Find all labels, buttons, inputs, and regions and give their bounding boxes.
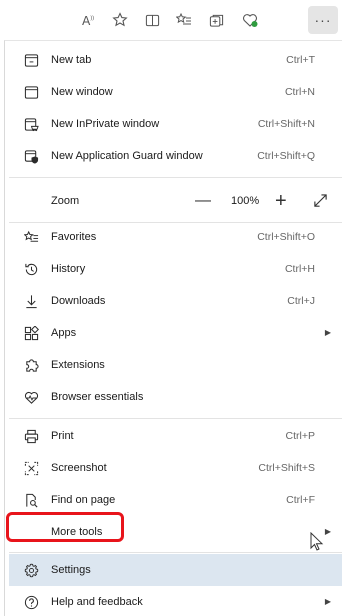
collections-icon[interactable] [202,6,230,34]
shortcut-text: Ctrl+J [287,295,315,307]
menu-item-zoom: Zoom — 100% + [9,185,342,217]
new-window-icon [23,84,39,100]
gear-icon [23,562,39,578]
menu-item-browser-essentials[interactable]: Browser essentials [9,381,342,413]
apps-icon [23,325,39,341]
menu-item-new-inprivate-window[interactable]: New InPrivate window Ctrl+Shift+N [9,108,342,140]
menu-divider [9,177,342,178]
menu-item-new-window[interactable]: New window Ctrl+N [9,76,342,108]
menu-item-label: Extensions [51,359,105,371]
heart-pulse-icon [23,389,39,405]
menu-item-label: Favorites [51,231,97,243]
shortcut-text: Ctrl+Shift+Q [257,150,315,162]
shortcut-text: Ctrl+T [286,54,315,66]
menu-item-print[interactable]: Print Ctrl+P [9,420,342,452]
settings-highlight-box [6,512,124,542]
menu-item-label: Downloads [51,295,106,307]
shortcut-text: Ctrl+P [285,430,315,442]
menu-item-label: Print [51,430,74,442]
menu-item-label: New window [51,86,113,98]
new-tab-icon [23,52,39,68]
menu-item-label: History [51,263,86,275]
shortcut-text: Ctrl+Shift+S [258,462,315,474]
printer-icon [23,428,39,444]
shortcut-text: Ctrl+F [286,494,315,506]
submenu-arrow-icon: ▶ [324,328,331,337]
zoom-out-button[interactable]: — [195,185,211,217]
submenu-arrow-icon: ▶ [324,527,331,536]
menu-item-history[interactable]: History Ctrl+H [9,253,342,285]
favorite-star-icon[interactable] [106,6,134,34]
menu-item-label: Screenshot [51,462,107,474]
menu-item-favorites[interactable]: Favorites Ctrl+Shift+O [9,221,342,253]
screenshot-icon [23,460,39,476]
menu-item-new-application-guard-window[interactable]: New Application Guard window Ctrl+Shift+… [9,140,342,172]
read-aloud-icon[interactable]: A)) [74,6,102,34]
menu-item-screenshot[interactable]: Screenshot Ctrl+Shift+S [9,452,342,484]
zoom-label: Zoom [51,195,80,207]
full-screen-icon[interactable] [313,193,328,209]
menu-item-label: Browser essentials [51,391,144,403]
shortcut-text: Ctrl+Shift+N [257,118,315,130]
menu-item-label: New tab [51,54,92,66]
extensions-icon [23,357,39,373]
shortcut-text: Ctrl+Shift+O [257,231,315,243]
help-icon [23,594,39,610]
browser-toolbar: A)) ··· [0,0,342,40]
menu-item-new-tab[interactable]: New tab Ctrl+T [9,44,342,76]
svg-text:)): )) [90,15,94,21]
favorites-icon [23,229,39,245]
menu-item-downloads[interactable]: Downloads Ctrl+J [9,285,342,317]
menu-item-help-and-feedback[interactable]: Help and feedback ▶ [9,586,342,616]
favorites-bar-icon[interactable] [170,6,198,34]
zoom-level-value: 100% [231,195,260,207]
menu-item-label: Settings [51,564,91,576]
mouse-cursor-icon [310,531,324,552]
menu-item-label: New InPrivate window [51,118,160,130]
menu-divider [9,418,342,419]
split-screen-icon[interactable] [138,6,166,34]
browser-essentials-icon[interactable] [236,6,264,34]
zoom-in-button[interactable]: + [275,185,287,217]
menu-item-apps[interactable]: Apps ▶ [9,317,342,349]
application-guard-icon [23,148,39,164]
menu-item-label: New Application Guard window [51,150,203,162]
more-options-button[interactable]: ··· [308,6,338,34]
submenu-arrow-icon: ▶ [324,597,331,606]
menu-item-settings[interactable]: Settings [9,554,342,586]
download-icon [23,293,39,309]
menu-item-extensions[interactable]: Extensions [9,349,342,381]
inprivate-icon [23,116,39,132]
history-icon [23,261,39,277]
menu-item-label: Apps [51,327,77,339]
menu-divider [9,552,342,553]
shortcut-text: Ctrl+H [284,263,315,275]
menu-item-label: Help and feedback [51,596,143,608]
shortcut-text: Ctrl+N [284,86,315,98]
find-on-page-icon [23,492,39,508]
